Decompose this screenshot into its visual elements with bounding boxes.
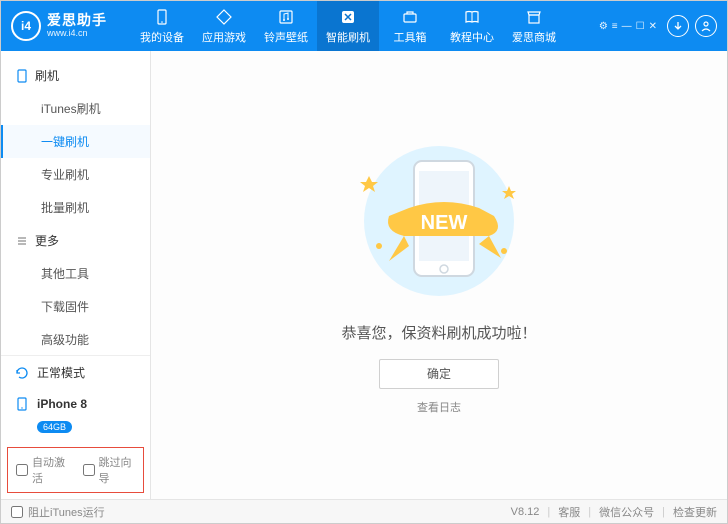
support-link[interactable]: 客服 — [558, 504, 580, 520]
settings-icon[interactable]: ⚙ — [599, 21, 608, 32]
checkbox-auto-activate[interactable]: 自动激活 — [16, 454, 69, 486]
device-small-icon — [15, 397, 29, 411]
tab-ringtones[interactable]: 铃声壁纸 — [255, 1, 317, 51]
toolbox-icon — [401, 8, 419, 26]
sidebar-item-itunes[interactable]: iTunes刷机 — [1, 92, 150, 125]
logo: i4 爱思助手 www.i4.cn — [11, 11, 131, 41]
checkbox-skip-guide[interactable]: 跳过向导 — [83, 454, 136, 486]
logo-icon: i4 — [11, 11, 41, 41]
tab-mall[interactable]: 爱思商城 — [503, 1, 565, 51]
ribbon-text: NEW — [421, 212, 468, 234]
sidebar-item-other[interactable]: 其他工具 — [1, 257, 150, 290]
device-icon — [153, 8, 171, 26]
sidebar-item-onekey[interactable]: 一键刷机 — [1, 125, 150, 158]
sidebar: 刷机 iTunes刷机 一键刷机 专业刷机 批量刷机 更多 其他工具 下载固件 … — [1, 51, 151, 499]
tab-my-devices[interactable]: 我的设备 — [131, 1, 193, 51]
phone-icon — [15, 69, 29, 83]
section-more: 更多 — [1, 224, 150, 257]
header-bar: i4 爱思助手 www.i4.cn 我的设备 应用游戏 — [1, 1, 727, 51]
window-controls: ⚙ ≡ — ☐ ✕ — [599, 15, 717, 37]
sidebar-item-advanced[interactable]: 高级功能 — [1, 323, 150, 355]
tab-toolbox[interactable]: 工具箱 — [379, 1, 441, 51]
version-label: V8.12 — [511, 506, 540, 518]
view-log-link[interactable]: 查看日志 — [417, 399, 461, 415]
brand-url: www.i4.cn — [47, 29, 107, 39]
main-content: NEW 恭喜您，保资料刷机成功啦！ 确定 查看日志 — [151, 51, 727, 499]
more-icon — [15, 234, 29, 248]
menu-icon[interactable]: ≡ — [612, 21, 618, 32]
tab-tutorials[interactable]: 教程中心 — [441, 1, 503, 51]
device-row[interactable]: iPhone 8 — [1, 389, 150, 419]
maximize-icon[interactable]: ☐ — [636, 21, 645, 32]
success-illustration: NEW — [329, 136, 549, 306]
sidebar-item-batch[interactable]: 批量刷机 — [1, 191, 150, 224]
footer-bar: 阻止iTunes运行 V8.12 | 客服 | 微信公众号 | 检查更新 — [1, 499, 727, 523]
body: 刷机 iTunes刷机 一键刷机 专业刷机 批量刷机 更多 其他工具 下载固件 … — [1, 51, 727, 499]
mode-row[interactable]: 正常模式 — [1, 356, 150, 389]
app-window: i4 爱思助手 www.i4.cn 我的设备 应用游戏 — [0, 0, 728, 524]
sidebar-bottom: 正常模式 iPhone 8 64GB 自动激活 跳过向导 — [1, 355, 150, 499]
storage-badge: 64GB — [37, 421, 72, 433]
tab-smart-flash[interactable]: 智能刷机 — [317, 1, 379, 51]
nav-tabs: 我的设备 应用游戏 铃声壁纸 智能刷机 — [131, 1, 565, 51]
music-icon — [277, 8, 295, 26]
section-flash: 刷机 — [1, 59, 150, 92]
wechat-link[interactable]: 微信公众号 — [599, 504, 654, 520]
close-icon[interactable]: ✕ — [649, 21, 657, 32]
flash-icon — [339, 8, 357, 26]
sidebar-item-firmware[interactable]: 下载固件 — [1, 290, 150, 323]
update-link[interactable]: 检查更新 — [673, 504, 717, 520]
refresh-icon — [15, 366, 29, 380]
checkbox-stop-itunes[interactable]: 阻止iTunes运行 — [11, 504, 105, 520]
book-icon — [463, 8, 481, 26]
sidebar-item-pro[interactable]: 专业刷机 — [1, 158, 150, 191]
apps-icon — [215, 8, 233, 26]
user-button[interactable] — [695, 15, 717, 37]
tab-apps-games[interactable]: 应用游戏 — [193, 1, 255, 51]
brand-name: 爱思助手 — [47, 13, 107, 28]
success-message: 恭喜您，保资料刷机成功啦！ — [341, 322, 536, 343]
download-button[interactable] — [667, 15, 689, 37]
activation-options: 自动激活 跳过向导 — [7, 447, 144, 493]
minimize-icon[interactable]: — — [622, 21, 632, 32]
ok-button[interactable]: 确定 — [379, 359, 499, 389]
shop-icon — [525, 8, 543, 26]
